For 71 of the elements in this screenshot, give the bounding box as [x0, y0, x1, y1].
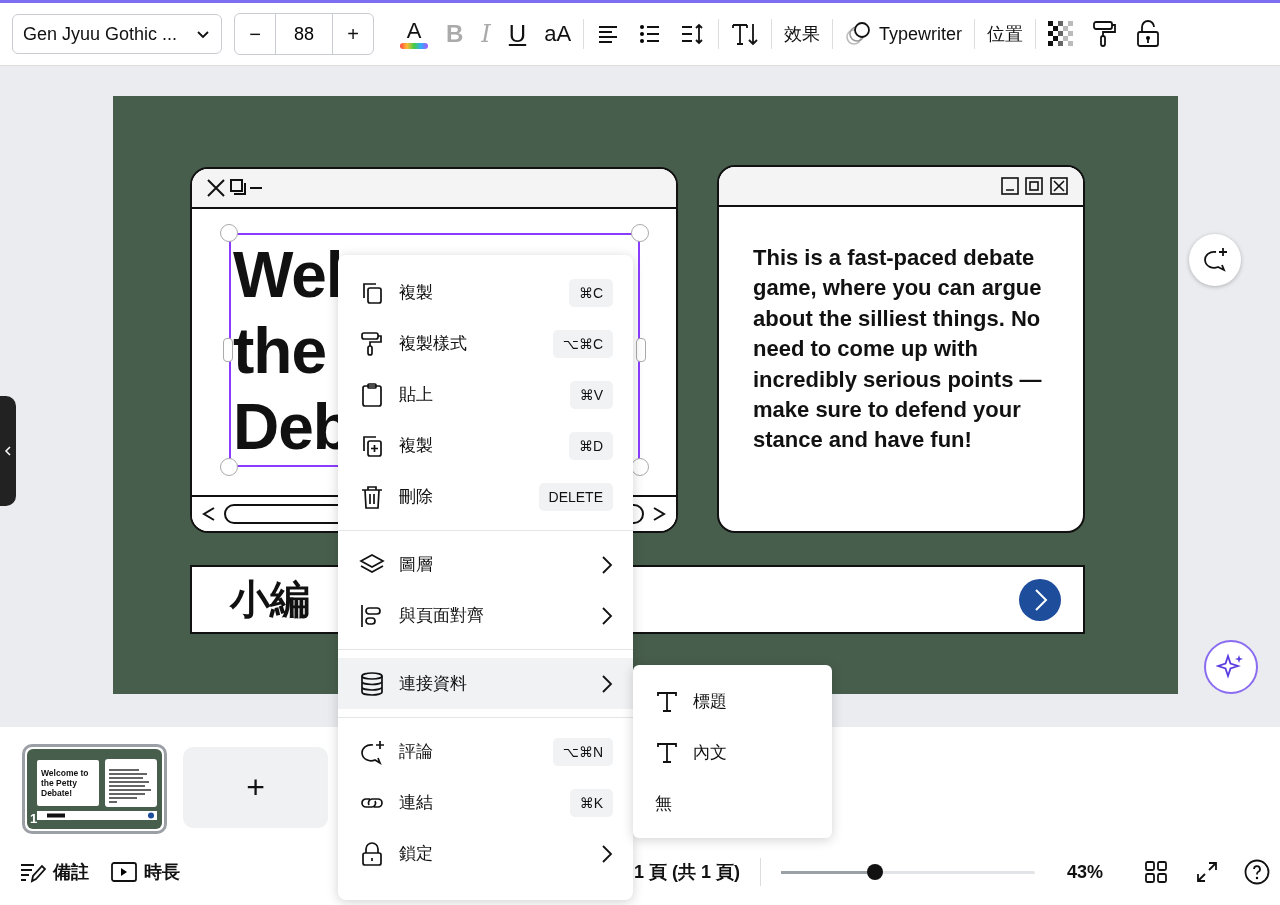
- shortcut-key: ⌘K: [569, 788, 613, 817]
- decrease-size-button[interactable]: −: [235, 14, 275, 54]
- unlock-icon[interactable]: [1136, 20, 1161, 48]
- play-icon: [111, 862, 137, 882]
- menu-item[interactable]: 複製 ⌘D: [338, 420, 633, 471]
- grid-view-icon[interactable]: [1145, 861, 1167, 883]
- menu-item[interactable]: 連結 ⌘K: [338, 777, 633, 828]
- add-page-button[interactable]: +: [183, 747, 328, 828]
- window-controls-icon: [1001, 177, 1069, 195]
- shortcut-key: ⌘C: [568, 278, 613, 307]
- menu-item[interactable]: 評論 ⌥⌘N: [338, 726, 633, 777]
- thumbnail-title: Welcome to the Petty Debate!: [40, 767, 90, 798]
- paint-roller-icon[interactable]: [1092, 20, 1119, 48]
- paint-roller-icon: [359, 330, 385, 357]
- shortcut-key: ⌥⌘N: [552, 737, 613, 766]
- page-thumbnail[interactable]: Welcome to the Petty Debate! 1: [22, 744, 167, 834]
- text-icon: [655, 740, 679, 765]
- animation-button[interactable]: Typewriter: [845, 16, 963, 52]
- menu-item[interactable]: 刪除 DELETE: [338, 471, 633, 522]
- add-comment-button[interactable]: [1189, 234, 1241, 286]
- page-number: 1: [30, 811, 38, 826]
- comment-icon: [359, 738, 385, 765]
- chevron-left-icon: [4, 445, 12, 457]
- underline-button[interactable]: U: [508, 16, 527, 52]
- shortcut-key: ⌥⌘C: [552, 329, 613, 358]
- text-color-button[interactable]: A: [400, 16, 428, 52]
- increase-size-button[interactable]: +: [333, 14, 373, 54]
- database-icon: [359, 670, 385, 697]
- duration-button[interactable]: 時長: [111, 860, 180, 884]
- shortcut-key: ⌘D: [568, 431, 613, 460]
- vertical-text-icon[interactable]: [731, 21, 760, 47]
- page-indicator: 1 頁 (共 1 頁): [633, 861, 740, 884]
- menu-item[interactable]: 圖層: [338, 539, 633, 590]
- shortcut-key: ⌘V: [569, 380, 613, 409]
- menu-item[interactable]: 內文: [633, 727, 832, 778]
- menu-item[interactable]: 無: [633, 778, 832, 829]
- help-icon[interactable]: [1244, 859, 1270, 885]
- resize-handle[interactable]: [223, 338, 233, 362]
- description-text: This is a fast-paced debate game, where you can argue about the silliest things. No need to come up with incredibly serious points — make sure to defend your stance and have fun!: [752, 244, 1043, 455]
- magic-button[interactable]: [1204, 640, 1258, 694]
- menu-item[interactable]: 貼上 ⌘V: [338, 369, 633, 420]
- menu-item[interactable]: 連接資料: [338, 658, 633, 709]
- zoom-level: 43%: [1066, 861, 1103, 883]
- panel-toggle-button[interactable]: [0, 396, 16, 506]
- menu-item[interactable]: 與頁面對齊: [338, 590, 633, 641]
- text-icon: [655, 689, 679, 714]
- window-controls-icon: [206, 178, 262, 198]
- slider-thumb[interactable]: [866, 864, 883, 880]
- zoom-slider[interactable]: [780, 863, 1035, 881]
- toolbar-button[interactable]: 效果: [784, 16, 821, 52]
- transparency-icon[interactable]: [1048, 21, 1075, 47]
- lock-icon: [359, 840, 385, 867]
- bar-heading: 小編: [230, 576, 310, 623]
- menu-item[interactable]: 標題: [633, 676, 832, 727]
- shortcut-key: DELETE: [538, 482, 613, 511]
- comment-add-icon: [1201, 246, 1229, 274]
- menu-item[interactable]: 複製樣式 ⌥⌘C: [338, 318, 633, 369]
- font-dropdown[interactable]: Gen Jyuu Gothic ...: [12, 14, 222, 54]
- notes-button[interactable]: 備註: [20, 860, 89, 884]
- resize-handle[interactable]: [636, 338, 646, 362]
- toolbar-button[interactable]: 位置: [987, 16, 1024, 52]
- font-size-stepper[interactable]: − 88 +: [234, 13, 374, 55]
- clipboard-icon: [359, 381, 385, 408]
- letter-case-button[interactable]: aA: [544, 16, 572, 52]
- menu-item[interactable]: 鎖定: [338, 828, 633, 879]
- font-size-field[interactable]: 88: [275, 14, 333, 54]
- title-line: the: [233, 314, 326, 389]
- fullscreen-icon[interactable]: [1196, 861, 1218, 883]
- trash-icon: [359, 483, 385, 510]
- notes-icon: [20, 861, 46, 883]
- text-lines-drawing: [105, 759, 157, 807]
